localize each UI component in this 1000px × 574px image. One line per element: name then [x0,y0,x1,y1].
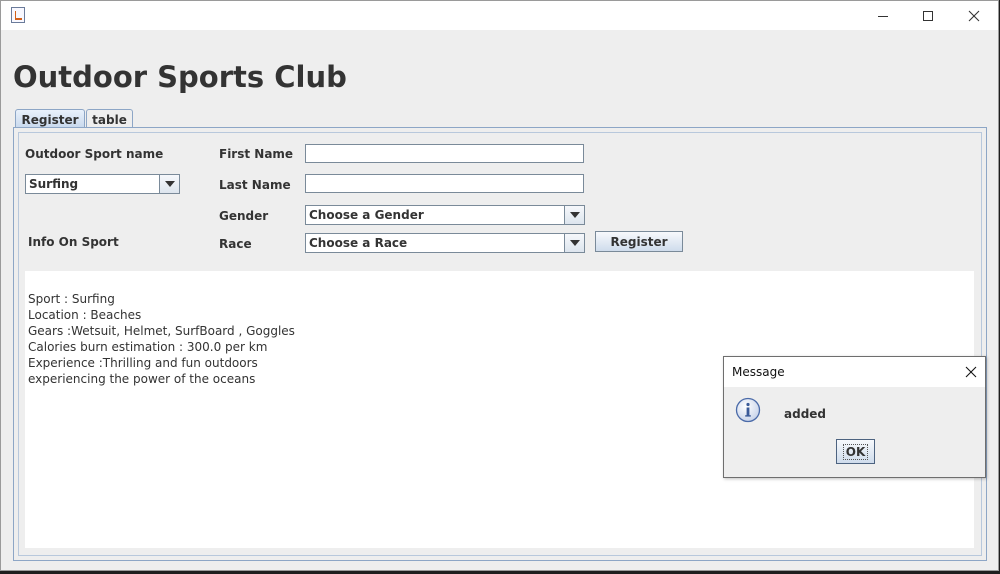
chevron-down-icon[interactable] [564,234,584,252]
info-icon [735,397,761,423]
gender-select[interactable]: Choose a Gender [305,205,585,225]
chevron-down-icon[interactable] [564,206,584,224]
info-line: Sport : Surfing [28,292,115,306]
chevron-down-icon[interactable] [159,175,179,193]
info-line: Calories burn estimation : 300.0 per km [28,340,268,354]
dialog-title-bar: Message [724,357,985,387]
race-select[interactable]: Choose a Race [305,233,585,253]
java-app-icon [11,7,25,23]
race-label: Race [219,237,252,251]
last-name-field[interactable] [305,174,584,193]
first-name-field[interactable] [305,144,584,163]
ok-button-label: OK [842,443,869,460]
sport-name-label: Outdoor Sport name [25,147,164,161]
minimize-button[interactable] [860,1,906,30]
sport-select[interactable]: Surfing [25,174,180,194]
main-window: Outdoor Sports Club Register table Outdo… [0,0,999,571]
gender-select-value: Choose a Gender [309,208,424,222]
register-button[interactable]: Register [595,231,683,252]
ok-button[interactable]: OK [836,439,875,464]
dialog-title: Message [732,365,785,379]
title-bar [1,1,998,30]
minimize-icon [878,15,888,17]
info-on-sport-label: Info On Sport [28,235,119,249]
tab-table[interactable]: table [86,109,133,129]
sport-select-value: Surfing [29,177,79,191]
race-select-value: Choose a Race [309,236,408,250]
maximize-button[interactable] [905,1,951,30]
close-icon [968,10,980,21]
dialog-close-button[interactable] [963,364,979,380]
maximize-icon [923,10,933,21]
dialog-message: added [784,407,827,421]
close-icon [965,366,977,378]
info-line: Gears :Wetsuit, Helmet, SurfBoard , Gogg… [28,324,295,338]
last-name-label: Last Name [219,178,291,192]
info-line: Location : Beaches [28,308,142,322]
info-line: Experience :Thrilling and fun outdoors [28,356,258,370]
message-dialog: Message added OK [723,356,986,478]
close-button[interactable] [951,1,997,30]
info-line: experiencing the power of the oceans [28,372,256,386]
first-name-label: First Name [219,147,294,161]
tab-register[interactable]: Register [15,109,85,129]
gender-label: Gender [219,209,269,223]
page-title: Outdoor Sports Club [13,60,347,94]
